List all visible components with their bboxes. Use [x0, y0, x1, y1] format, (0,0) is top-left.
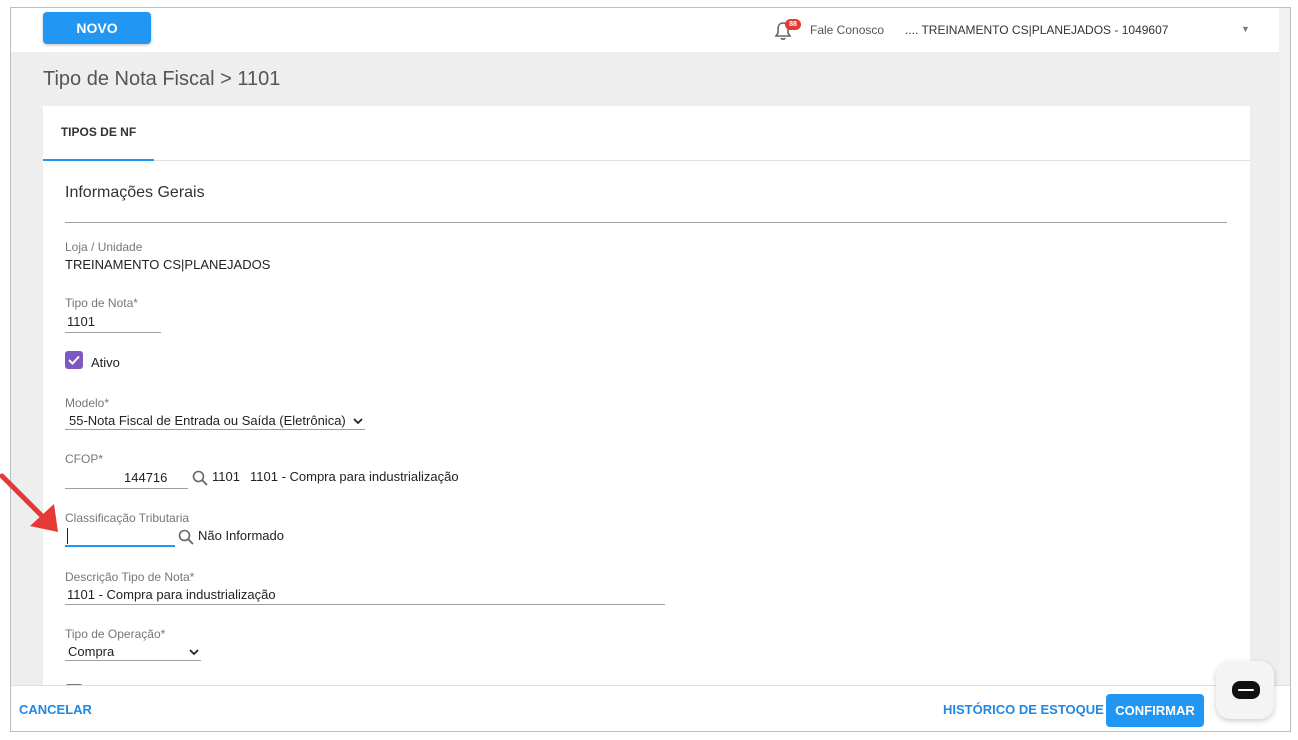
page-title: Tipo de Nota Fiscal > 1101 [43, 68, 281, 90]
tipo-operacao-underline [65, 660, 201, 661]
classificacao-input[interactable] [65, 545, 175, 547]
top-bar: NOVO 88 Fale Conosco .... TREINAMENTO CS… [11, 8, 1290, 52]
modelo-select[interactable]: 55-Nota Fiscal de Entrada ou Saída (Elet… [69, 413, 346, 428]
tipo-nota-label: Tipo de Nota* [65, 296, 138, 310]
tipo-operacao-label: Tipo de Operação* [65, 627, 166, 641]
company-selector[interactable]: .... TREINAMENTO CS|PLANEJADOS - 1049607 [905, 23, 1168, 37]
app-window: NOVO 88 Fale Conosco .... TREINAMENTO CS… [10, 7, 1291, 732]
annotation-arrow-icon [0, 473, 58, 532]
classificacao-description: Não Informado [198, 528, 284, 543]
contact-link[interactable]: Fale Conosco [810, 23, 884, 37]
descricao-input[interactable]: 1101 - Compra para industrialização [67, 587, 276, 602]
stock-history-button[interactable]: HISTÓRICO DE ESTOQUE [943, 702, 1104, 717]
cfop-code: 1101 [212, 469, 240, 484]
search-icon[interactable] [192, 470, 208, 486]
form-card: TIPOS DE NF Informações Gerais Loja / Un… [43, 106, 1250, 706]
cancel-button[interactable]: CANCELAR [19, 702, 92, 717]
tab-bar: TIPOS DE NF [43, 106, 1250, 161]
tipo-nota-underline [65, 332, 161, 333]
modelo-label: Modelo* [65, 396, 110, 410]
section-divider [65, 222, 1227, 223]
chevron-down-icon[interactable] [353, 417, 363, 425]
chevron-down-icon[interactable] [189, 648, 199, 656]
tab-tipos-de-nf[interactable]: TIPOS DE NF [43, 106, 154, 161]
cfop-underline [65, 488, 188, 489]
scrollbar[interactable] [1279, 8, 1290, 685]
descricao-underline [65, 604, 665, 605]
section-title: Informações Gerais [65, 184, 205, 201]
notification-badge: 88 [785, 19, 801, 30]
classificacao-label: Classificação Tributaria [65, 511, 190, 525]
loja-value: TREINAMENTO CS|PLANEJADOS [65, 257, 271, 272]
cfop-label: CFOP* [65, 452, 104, 466]
chat-icon [1232, 681, 1260, 699]
cfop-description: 1101 - Compra para industrialização [250, 469, 459, 484]
descricao-label: Descrição Tipo de Nota* [65, 570, 195, 584]
chevron-down-icon[interactable]: ▼ [1241, 24, 1250, 34]
ativo-checkbox[interactable] [65, 351, 83, 369]
cfop-input[interactable]: 144716 [124, 470, 167, 485]
ativo-label: Ativo [91, 355, 120, 370]
check-icon [68, 355, 80, 365]
search-icon[interactable] [178, 529, 194, 545]
modelo-underline [65, 429, 365, 430]
new-button[interactable]: NOVO [43, 12, 151, 44]
confirm-button[interactable]: CONFIRMAR [1106, 694, 1204, 727]
tipo-nota-input[interactable]: 1101 [67, 314, 95, 329]
loja-label: Loja / Unidade [65, 240, 143, 254]
chat-widget-button[interactable] [1216, 661, 1274, 719]
footer-bar: CANCELAR HISTÓRICO DE ESTOQUE CONFIRMAR [11, 685, 1290, 731]
tipo-operacao-select[interactable]: Compra [68, 644, 114, 659]
